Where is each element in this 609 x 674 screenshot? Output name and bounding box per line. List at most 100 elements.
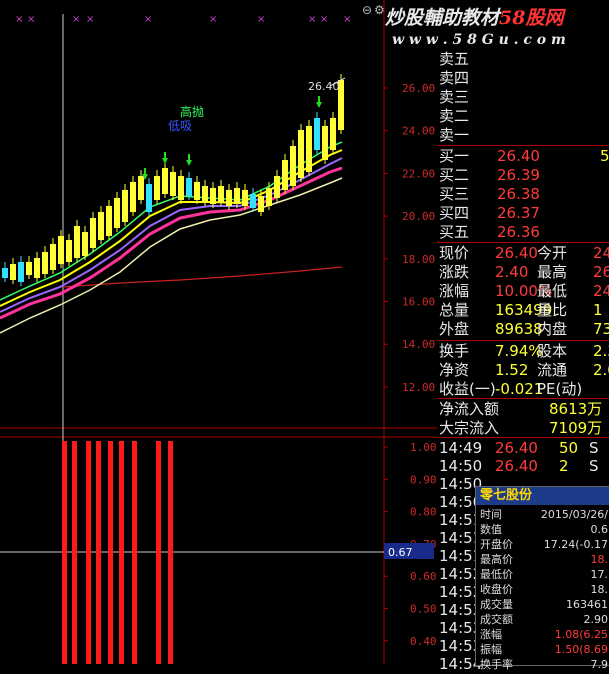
buy-price: 26.36 [497, 223, 540, 241]
tick-price: 26.40 [495, 439, 538, 457]
tooltip-label: 成交量 [480, 598, 513, 611]
stat-label: 最低 [537, 282, 568, 300]
buy-row: 买四 26.37 [437, 204, 609, 223]
candle-body [50, 244, 56, 270]
candle-body [170, 172, 176, 196]
indicator-bar [72, 441, 77, 664]
candle-body [114, 198, 120, 228]
sell-level-label: 卖二 [439, 107, 470, 125]
indicator-tick-label: 0.60 [410, 570, 437, 583]
divider [437, 398, 609, 399]
tooltip-row: 成交量 163461 [476, 597, 609, 612]
tooltip-label: 振幅 [480, 643, 502, 656]
candle-body [218, 186, 224, 202]
svg-text:×: × [15, 14, 23, 25]
stat-value: 24 [593, 282, 609, 300]
buy-level-label: 买四 [439, 204, 470, 222]
sell-row: 卖四 [437, 69, 609, 88]
stat-label: 流通 [537, 361, 568, 379]
candle-body [306, 126, 312, 172]
stat-value: 2.40 [495, 263, 529, 281]
stat-label: PE(动) [537, 380, 583, 398]
tooltip-value: 0.6 [590, 523, 609, 536]
candle-body [274, 176, 280, 198]
tooltip-row: 时间 2015/03/26/ [476, 507, 609, 522]
tooltip-row: 收盘价 18. [476, 582, 609, 597]
candle-body [154, 176, 160, 200]
svg-text:×: × [343, 14, 351, 25]
tooltip-value: 1.08(6.25 [554, 628, 608, 641]
stat-label: 内盘 [537, 320, 568, 338]
buy-level-label: 买三 [439, 185, 470, 203]
tooltip-value: 1.50(8.69 [554, 643, 608, 656]
stat-label: 换手 [439, 342, 470, 360]
sell-row: 卖一 [437, 126, 609, 145]
stat-value: 24 [593, 244, 609, 262]
candle-body [18, 262, 24, 282]
stat-value: 2.0 [593, 361, 609, 379]
crosshair-value: 0.67 [388, 546, 413, 559]
tooltip-label: 收盘价 [480, 583, 513, 596]
divider [437, 437, 609, 438]
candle-body [282, 160, 288, 190]
tooltip-row: 最高价 18. [476, 552, 609, 567]
tooltip-value: 7.9 [590, 658, 609, 671]
stat-value: 26.40 [495, 244, 538, 262]
stat-label: 股本 [537, 342, 568, 360]
sell-row: 卖五 [437, 50, 609, 69]
candle-body [42, 252, 48, 274]
candle-body [202, 186, 208, 202]
indicator-bar [156, 441, 161, 664]
annot-sell-label: 高抛 [180, 104, 204, 119]
indicator-tick-label: 1.00 [410, 441, 437, 454]
tick-time: 14:49 [439, 439, 483, 457]
tooltip-label: 涨幅 [480, 628, 502, 641]
tooltip-label: 开盘价 [480, 538, 513, 551]
tooltip-row: 成交额 2.90 [476, 612, 609, 627]
candle-body [298, 130, 304, 178]
tooltip-row: 换手率 7.9 [476, 657, 609, 672]
sell-level-label: 卖一 [439, 126, 470, 144]
stat-label: 净资 [439, 361, 470, 379]
price-tick-label: 16.00 [402, 296, 435, 309]
sell-level-label: 卖四 [439, 69, 470, 87]
stat-row: 外盘 89638 内盘 73 [437, 320, 609, 339]
candle-body [146, 184, 152, 212]
price-tick-label: 18.00 [402, 253, 435, 266]
divider [437, 145, 609, 146]
tooltip-value: 17.24(-0.17 [543, 538, 608, 551]
stat-row: 涨跌 2.40 最高 26 [437, 263, 609, 282]
stat-row: 涨幅 10.00% 最低 24 [437, 282, 609, 301]
stat-value: 7.94% [495, 342, 543, 360]
price-tick-label: 26.00 [402, 82, 435, 95]
stat-label: 收益(一) [439, 380, 496, 398]
kline-chart[interactable]: × × × × × × × × × × ⊖ ⚙ 26.40 高抛 低吸 26.00 24.00 2… [0, 0, 437, 664]
tick-row: 14:49 26.40 50 S [437, 439, 609, 458]
sell-level-label: 卖五 [439, 50, 470, 68]
svg-text:×: × [308, 14, 316, 25]
annot-buy-label: 低吸 [168, 119, 192, 133]
tooltip-label: 最低价 [480, 568, 513, 581]
tooltip-label: 最高价 [480, 553, 513, 566]
candle-body [10, 264, 16, 280]
sell-level-label: 卖三 [439, 88, 470, 106]
tick-side: S [589, 439, 599, 457]
buy-row: 买一 26.40 5 [437, 147, 609, 166]
tooltip-row: 最低价 17. [476, 567, 609, 582]
stat-label: 最高 [537, 263, 568, 281]
minus-icon[interactable]: ⊖ [362, 3, 372, 17]
svg-text:×: × [86, 14, 94, 25]
tooltip-value: 18. [590, 553, 609, 566]
divider [437, 340, 609, 341]
stat-row: 收益(一) -0.021 PE(动) [437, 380, 609, 399]
tooltip-row: 开盘价 17.24(-0.17 [476, 537, 609, 552]
tick-volume: 2 [559, 457, 569, 475]
price-tick-label: 12.00 [402, 381, 435, 394]
tooltip-row: 数值 0.6 [476, 522, 609, 537]
flow-row: 净流入额 8613万 [437, 400, 609, 419]
flow-label: 大宗流入 [439, 419, 500, 437]
stat-label: 外盘 [439, 320, 470, 338]
price-tick-label: 14.00 [402, 338, 435, 351]
settings-icon[interactable]: ⚙ [374, 3, 385, 17]
svg-text:×: × [320, 14, 328, 25]
